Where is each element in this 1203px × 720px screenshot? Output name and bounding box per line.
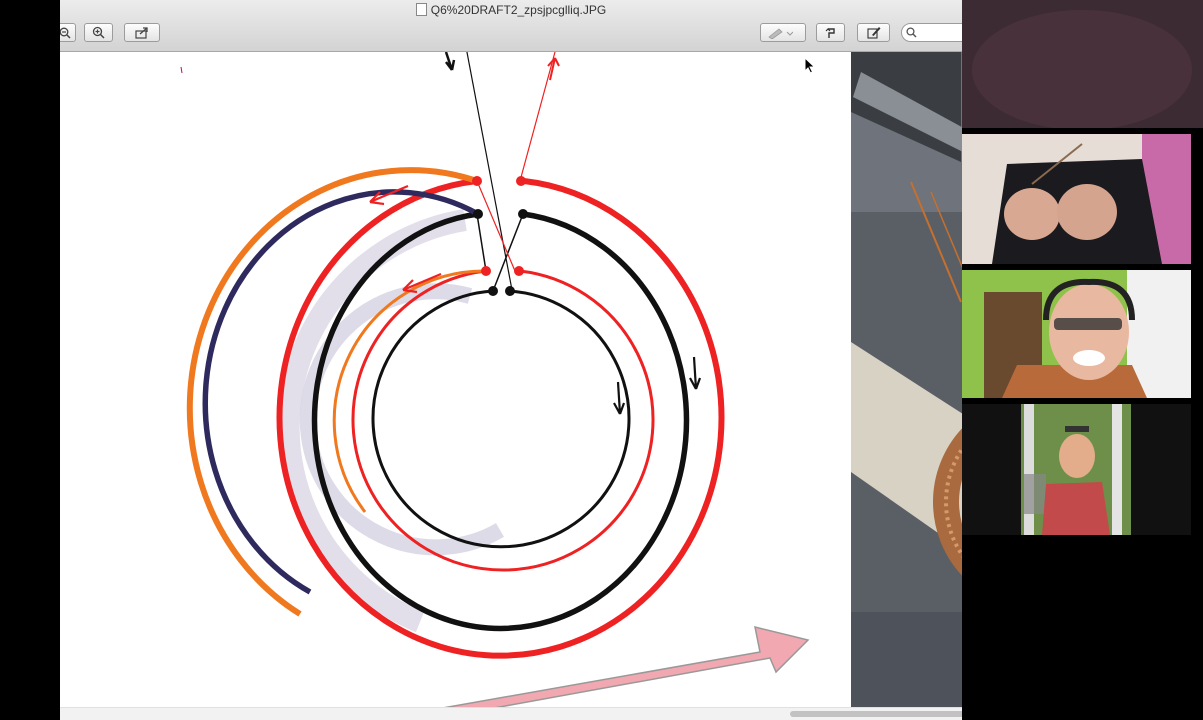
share-icon (135, 26, 148, 39)
pen-icon (768, 27, 793, 39)
title-bar: Q6%20DRAFT2_zpsjpcglliq.JPG (60, 0, 962, 52)
window-title-wrap: Q6%20DRAFT2_zpsjpcglliq.JPG (60, 3, 962, 17)
workshop-photo (851, 52, 962, 707)
terminal-dot-black-3 (488, 286, 498, 296)
lead-wire-red (519, 51, 556, 182)
crossover-black-1 (476, 213, 487, 272)
participant-4-video (962, 404, 1191, 535)
zoom-out-icon (60, 27, 71, 39)
participant-2-video (962, 134, 1191, 264)
horizontal-scrollbar[interactable] (60, 707, 962, 720)
video-tile-participant-1[interactable] (962, 0, 1203, 128)
zoom-in-button[interactable] (84, 23, 113, 42)
video-tile-participant-3[interactable] (962, 270, 1191, 398)
arrow-inner-ring-cw (613, 381, 626, 415)
lead-wire-black (465, 46, 513, 291)
video-tile-participant-2[interactable] (962, 134, 1191, 264)
mouse-cursor-icon (804, 57, 816, 74)
edit-toolbar-button[interactable] (857, 23, 890, 42)
rotate-button[interactable] (816, 23, 845, 42)
stray-mark (180, 66, 183, 74)
inner-red-ring (351, 269, 655, 572)
crossover-black-2 (492, 213, 524, 292)
window-title: Q6%20DRAFT2_zpsjpcglliq.JPG (430, 3, 607, 17)
zoom-in-icon (92, 26, 105, 39)
terminal-dot-black-2 (518, 209, 528, 219)
crossover-red (476, 180, 516, 272)
image-canvas (60, 46, 851, 720)
inner-black-ring (371, 289, 631, 549)
terminal-dot-red-2 (516, 176, 526, 186)
workshop-photo-image (851, 52, 962, 707)
share-button[interactable] (124, 23, 160, 42)
edit-pencil-icon (866, 27, 880, 39)
arrow-lead-up (547, 57, 560, 81)
outer-red-arc (276, 178, 725, 659)
transformer-winding-diagram (180, 46, 810, 720)
jpg-file-icon (415, 3, 427, 16)
rotate-icon (825, 27, 835, 38)
terminal-dot-black-1 (473, 209, 483, 219)
search-field[interactable] (901, 23, 962, 42)
video-tile-participant-4[interactable] (962, 404, 1191, 535)
terminal-dot-black-4 (505, 286, 515, 296)
participant-3-video (962, 270, 1191, 398)
arrow-lead-down (444, 51, 456, 71)
big-pink-arrow (418, 625, 810, 720)
zoom-out-button[interactable] (60, 23, 76, 42)
preview-window: Q6%20DRAFT2_zpsjpcglliq.JPG (60, 0, 962, 720)
terminal-dot-red-4 (514, 266, 524, 276)
terminal-dot-red-1 (472, 176, 482, 186)
terminal-dot-red-3 (481, 266, 491, 276)
scrollbar-thumb[interactable] (790, 711, 962, 717)
arrow-black-ring-cw (689, 356, 702, 390)
participant-1-video (962, 0, 1203, 128)
search-icon (906, 27, 917, 38)
markup-pen-button[interactable] (760, 23, 806, 42)
inner-shadow-arc (299, 283, 505, 556)
black-ring (311, 211, 690, 632)
